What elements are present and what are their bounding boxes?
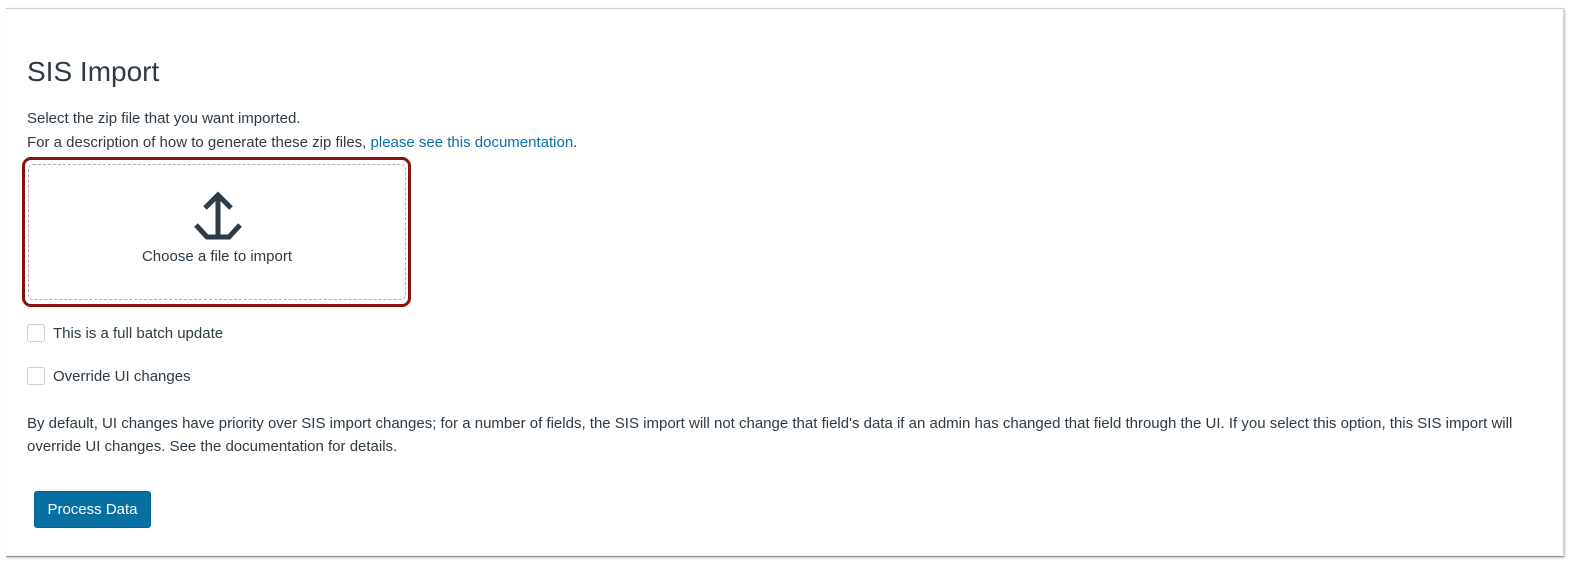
intro-text: Select the zip file that you want import… [27, 107, 577, 155]
intro-line-2-prefix: For a description of how to generate the… [27, 134, 371, 151]
intro-line-2-suffix: . [573, 134, 578, 151]
intro-line-1: Select the zip file that you want import… [27, 110, 301, 127]
dropzone-label: Choose a file to import [141, 248, 293, 265]
full-batch-update-checkbox[interactable] [27, 324, 45, 342]
process-data-button[interactable]: Process Data [34, 491, 151, 528]
override-ui-changes-checkbox[interactable] [27, 367, 45, 385]
override-ui-changes-label: Override UI changes [53, 367, 191, 385]
upload-icon [194, 191, 242, 240]
full-batch-update-option[interactable]: This is a full batch update [27, 324, 223, 342]
file-dropzone[interactable]: Choose a file to import [28, 164, 406, 300]
full-batch-update-label: This is a full batch update [53, 324, 224, 342]
documentation-link[interactable]: please see this documentation [371, 134, 574, 151]
intro-line-2: For a description of how to generate the… [27, 131, 577, 155]
page-title: SIS Import [27, 56, 160, 87]
override-note: By default, UI changes have priority ove… [27, 415, 1513, 455]
override-ui-changes-option[interactable]: Override UI changes [27, 367, 191, 385]
